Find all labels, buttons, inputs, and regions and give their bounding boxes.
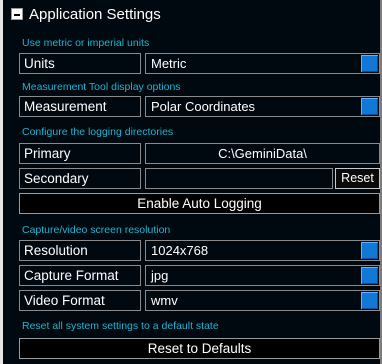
resolution-value: 1024x768 bbox=[151, 243, 209, 258]
panel-header[interactable]: Application Settings bbox=[11, 5, 161, 23]
dropdown-arrow-icon[interactable] bbox=[361, 267, 378, 284]
units-dropdown[interactable]: Metric bbox=[145, 53, 380, 74]
secondary-directory-field[interactable] bbox=[145, 168, 333, 189]
capture-format-value: jpg bbox=[151, 268, 169, 283]
dropdown-arrow-icon[interactable] bbox=[361, 55, 378, 72]
measurement-value: Polar Coordinates bbox=[151, 99, 256, 114]
primary-directory-field[interactable]: C:\GeminiData\ bbox=[145, 143, 380, 164]
panel-title: Application Settings bbox=[29, 5, 161, 23]
video-format-dropdown[interactable]: wmv bbox=[145, 290, 380, 311]
capture-format-dropdown[interactable]: jpg bbox=[145, 265, 380, 286]
units-label: Units bbox=[19, 53, 141, 74]
resolution-dropdown[interactable]: 1024x768 bbox=[145, 240, 380, 261]
video-format-label: Video Format bbox=[19, 290, 141, 311]
measurement-dropdown[interactable]: Polar Coordinates bbox=[145, 96, 380, 117]
settings-body: Application Settings Use metric or imper… bbox=[3, 0, 382, 364]
collapse-icon[interactable] bbox=[11, 8, 23, 20]
logging-caption: Configure the logging directories bbox=[22, 126, 174, 138]
reset-caption: Reset all system settings to a default s… bbox=[22, 320, 219, 332]
measurement-caption: Measurement Tool display options bbox=[22, 81, 181, 93]
secondary-label: Secondary bbox=[19, 168, 141, 189]
units-value: Metric bbox=[151, 56, 187, 71]
primary-label: Primary bbox=[19, 143, 141, 164]
video-format-value: wmv bbox=[151, 293, 178, 308]
capture-format-label: Capture Format bbox=[19, 265, 141, 286]
dropdown-arrow-icon[interactable] bbox=[361, 98, 378, 115]
enable-auto-logging-button[interactable]: Enable Auto Logging bbox=[19, 193, 380, 214]
measurement-label: Measurement bbox=[19, 96, 141, 117]
reset-secondary-button[interactable]: Reset bbox=[335, 168, 380, 189]
units-caption: Use metric or imperial units bbox=[22, 37, 150, 49]
capture-caption: Capture/video screen resolution bbox=[22, 224, 171, 236]
dropdown-arrow-icon[interactable] bbox=[361, 242, 378, 259]
reset-to-defaults-button[interactable]: Reset to Defaults bbox=[19, 338, 380, 359]
application-settings-panel: Application Settings Use metric or imper… bbox=[0, 0, 382, 364]
dropdown-arrow-icon[interactable] bbox=[361, 292, 378, 309]
resolution-label: Resolution bbox=[19, 240, 141, 261]
